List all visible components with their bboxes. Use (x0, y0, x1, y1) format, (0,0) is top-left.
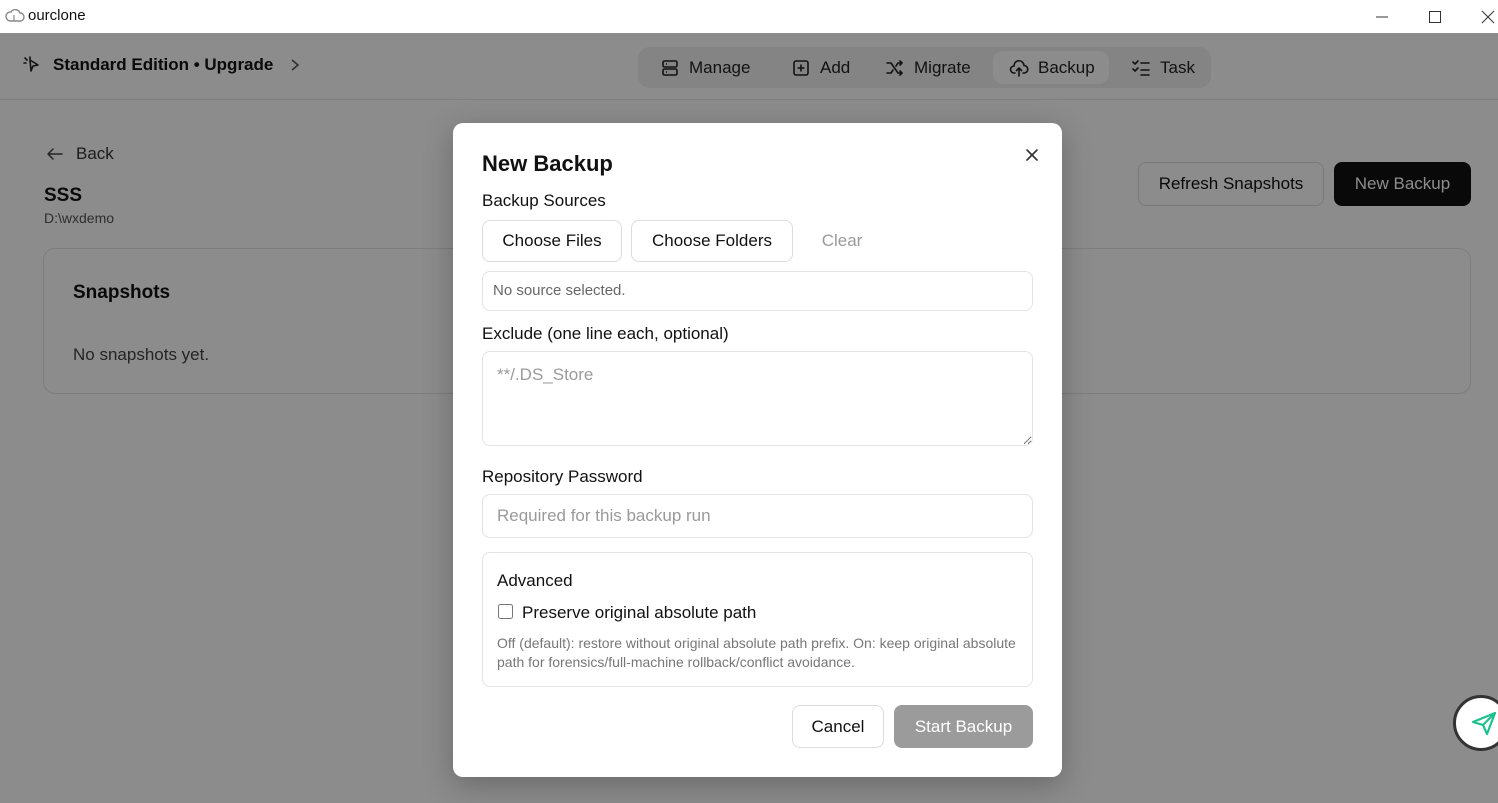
app-name: ourclone (28, 7, 86, 24)
choose-files-button[interactable]: Choose Files (482, 220, 622, 262)
advanced-title: Advanced (497, 571, 573, 590)
source-status: No source selected. (482, 271, 1033, 311)
close-icon (1026, 149, 1038, 161)
cloud-icon (5, 9, 25, 22)
preserve-path-checkbox[interactable] (498, 604, 513, 619)
clear-sources-button[interactable]: Clear (805, 220, 879, 262)
preserve-path-label[interactable]: Preserve original absolute path (522, 603, 756, 623)
close-icon (1481, 10, 1495, 23)
window-close-button[interactable] (1468, 0, 1498, 33)
exclude-textarea[interactable] (482, 351, 1033, 446)
backup-sources-label: Backup Sources (482, 191, 606, 210)
new-backup-dialog: New Backup Backup Sources Choose Files C… (453, 123, 1062, 777)
repository-password-label: Repository Password (482, 467, 643, 486)
preserve-path-help: Off (default): restore without original … (497, 635, 1016, 670)
maximize-button[interactable] (1415, 0, 1455, 33)
choose-folders-button[interactable]: Choose Folders (631, 220, 793, 262)
dialog-title: New Backup (482, 151, 613, 176)
advanced-section: Advanced Preserve original absolute path… (482, 552, 1033, 687)
cancel-button[interactable]: Cancel (792, 705, 884, 748)
start-backup-button[interactable]: Start Backup (894, 705, 1033, 748)
minimize-icon (1376, 16, 1388, 17)
send-icon (1471, 711, 1497, 736)
minimize-button[interactable] (1362, 0, 1402, 33)
exclude-label: Exclude (one line each, optional) (482, 324, 729, 343)
repository-password-input[interactable] (482, 494, 1033, 538)
window-titlebar: ourclone (0, 0, 1498, 33)
dialog-close-button[interactable] (1019, 142, 1045, 168)
maximize-icon (1429, 10, 1441, 23)
